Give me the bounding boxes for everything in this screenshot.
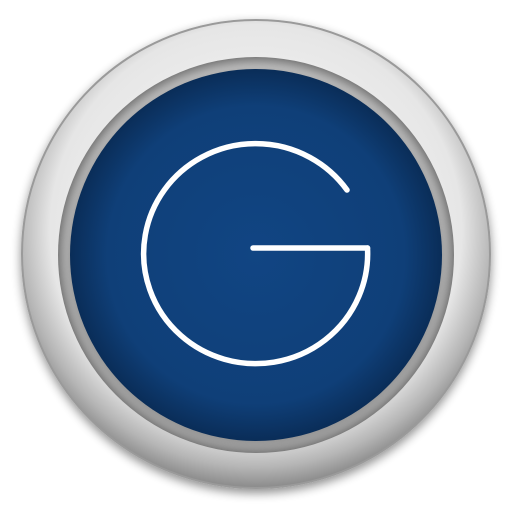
- icon-stage: [0, 0, 512, 512]
- app-icon[interactable]: [0, 0, 512, 512]
- icon-face: [70, 69, 442, 441]
